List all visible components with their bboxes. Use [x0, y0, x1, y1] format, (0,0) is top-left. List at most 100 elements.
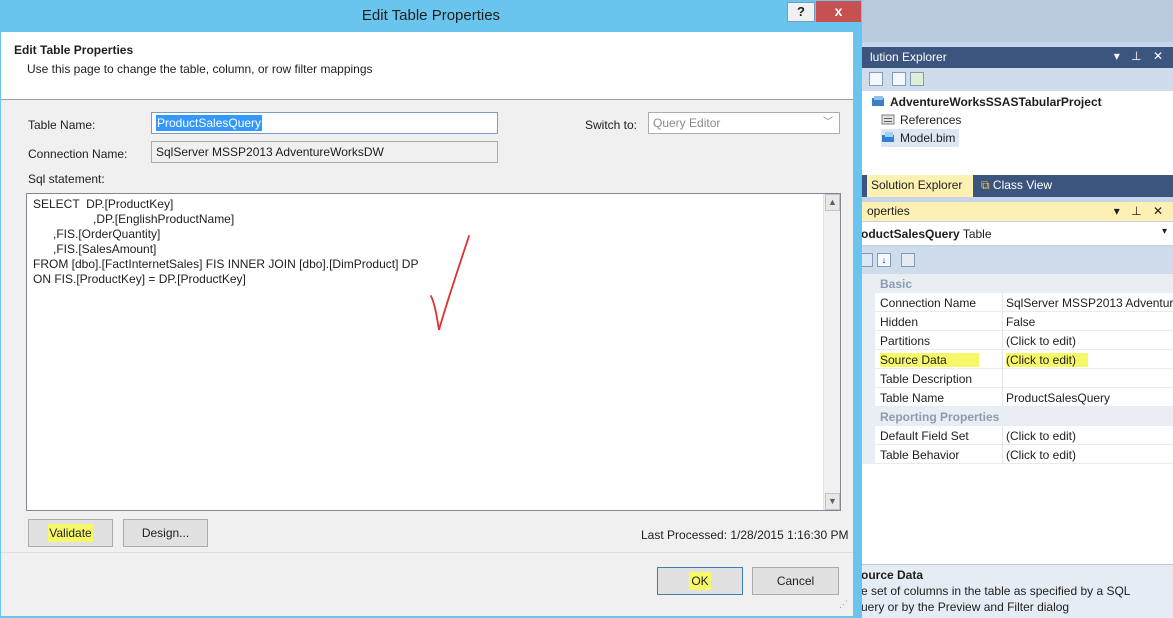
checkmark-annotation-icon — [430, 235, 470, 331]
column-divider — [1002, 388, 1003, 407]
dialog-title-bar[interactable]: Edit Table Properties ? x — [0, 0, 862, 32]
property-name: Table Behavior — [880, 448, 960, 462]
column-divider — [1002, 445, 1003, 464]
description-line-1: e set of columns in the table as specifi… — [861, 584, 1131, 598]
column-divider — [1002, 331, 1003, 350]
solution-explorer-pane-controls[interactable]: ▾ ⊥ ✕ — [1114, 49, 1167, 63]
last-processed-text: Last Processed: 1/28/2015 1:16:30 PM — [641, 528, 849, 542]
references-label: References — [900, 113, 962, 127]
column-divider — [1002, 426, 1003, 445]
tab-solution-explorer-label: Solution Explorer — [871, 178, 963, 192]
connection-name-field: SqlServer MSSP2013 AdventureWorksDW — [151, 141, 498, 163]
property-row-source-data[interactable]: Source Data (Click to edit) — [855, 350, 1173, 369]
connection-name-label: Connection Name: — [28, 147, 128, 161]
property-value: False — [1006, 315, 1036, 329]
property-row-table-name[interactable]: Table Name ProductSalesQuery — [855, 388, 1173, 407]
sql-statement-label: Sql statement: — [28, 172, 105, 186]
chevron-down-icon: ▾ — [1161, 226, 1167, 237]
properties-toolbar-icon[interactable] — [869, 72, 883, 86]
scroll-down-icon[interactable]: ▼ — [825, 493, 840, 510]
property-value: (Click to edit) — [1006, 448, 1077, 462]
properties-pane-controls[interactable]: ▾ ⊥ ✕ — [1114, 204, 1167, 218]
help-button[interactable]: ? — [787, 2, 815, 22]
property-category-reporting[interactable]: Reporting Properties — [855, 407, 1173, 426]
class-view-icon: ⧉ — [981, 178, 990, 192]
property-pages-icon[interactable] — [901, 253, 915, 267]
switch-to-label: Switch to: — [585, 118, 638, 132]
model-bim-label: Model.bim — [900, 131, 956, 145]
table-name-input[interactable]: ProductSalesQuery — [151, 112, 498, 134]
property-value: SqlServer MSSP2013 Adventure — [1006, 296, 1173, 310]
dialog-header-title: Edit Table Properties — [14, 43, 134, 57]
property-row-table-behavior[interactable]: Table Behavior (Click to edit) — [855, 445, 1173, 464]
property-name: Table Name — [880, 391, 945, 405]
column-divider — [1002, 350, 1003, 369]
ok-button[interactable]: OK — [657, 567, 743, 595]
tab-solution-explorer[interactable]: Solution Explorer — [867, 175, 973, 197]
property-description-panel: ource Data e set of columns in the table… — [855, 564, 1173, 618]
visual-studio-background: lution Explorer ▾ ⊥ ✕ AdventureWorksSSAS… — [855, 0, 1173, 618]
description-line-2: uery or by the Preview and Filter dialog — [861, 600, 1070, 614]
property-row-table-description[interactable]: Table Description — [855, 369, 1173, 388]
column-divider — [1002, 312, 1003, 331]
properties-object-type: Table — [962, 227, 992, 241]
column-divider — [1002, 369, 1003, 388]
model-icon — [881, 131, 896, 144]
sql-scrollbar[interactable]: ▲ ▼ — [823, 194, 840, 510]
switch-to-dropdown[interactable]: Query Editor ﹀ — [648, 112, 840, 134]
property-name: Source Data — [880, 353, 979, 367]
properties-title: operties — [867, 204, 910, 218]
ok-button-label: OK — [689, 572, 711, 590]
tree-item-model-bim[interactable]: Model.bim — [881, 129, 960, 147]
design-button[interactable]: Design... — [123, 519, 208, 547]
references-icon — [881, 113, 896, 126]
tab-class-view[interactable]: ⧉ Class View — [977, 175, 1056, 197]
dialog-header: Edit Table Properties Use this page to c… — [1, 32, 853, 100]
category-label: Reporting Properties — [880, 410, 1000, 424]
validate-button-label: Validate — [48, 524, 93, 542]
property-name: Partitions — [880, 334, 931, 348]
properties-object-selector[interactable]: oductSalesQuery Table ▾ — [855, 222, 1173, 246]
tree-item-project[interactable]: AdventureWorksSSASTabularProject — [871, 93, 1102, 111]
property-row-connection-name[interactable]: Connection Name SqlServer MSSP2013 Adven… — [855, 293, 1173, 312]
property-row-default-field-set[interactable]: Default Field Set (Click to edit) — [855, 426, 1173, 445]
property-row-partitions[interactable]: Partitions (Click to edit) — [855, 331, 1173, 350]
property-name: Default Field Set — [880, 429, 969, 443]
solution-explorer-header: lution Explorer ▾ ⊥ ✕ — [855, 47, 1173, 68]
property-name: Table Description — [880, 372, 973, 386]
project-icon — [871, 95, 886, 108]
close-button[interactable]: x — [816, 1, 861, 22]
scroll-up-icon[interactable]: ▲ — [825, 194, 840, 211]
properties-header: operties ▾ ⊥ ✕ — [855, 202, 1173, 221]
property-row-hidden[interactable]: Hidden False — [855, 312, 1173, 331]
alphabetical-sort-icon[interactable]: ↓ — [877, 253, 891, 267]
validate-button[interactable]: Validate — [28, 519, 113, 547]
solution-explorer-toolbar — [855, 68, 1173, 91]
property-category-basic[interactable]: Basic — [855, 274, 1173, 293]
property-value: ProductSalesQuery — [1006, 391, 1111, 405]
category-label: Basic — [880, 277, 913, 291]
switch-to-value: Query Editor — [653, 116, 721, 130]
dialog-header-subtitle: Use this page to change the table, colum… — [27, 62, 373, 76]
tree-item-references[interactable]: References — [881, 111, 961, 129]
edit-table-properties-dialog: Edit Table Properties ? x Edit Table Pro… — [0, 0, 862, 618]
refresh-icon[interactable] — [910, 72, 924, 86]
dialog-title: Edit Table Properties — [361, 7, 501, 24]
dialog-client-area: Edit Table Properties Use this page to c… — [1, 32, 853, 616]
chevron-down-icon: ﹀ — [823, 117, 833, 128]
solution-explorer-tree: AdventureWorksSSASTabularProject Referen… — [855, 91, 1173, 175]
property-value: (Click to edit) — [1006, 429, 1077, 443]
properties-toolbar: ↓ — [855, 247, 1173, 274]
sql-statement-text: SELECT DP.[ProductKey] ,DP.[EnglishProdu… — [33, 197, 419, 286]
tab-class-view-label: Class View — [992, 178, 1053, 192]
resize-grip-icon[interactable]: ⋰ — [839, 600, 851, 613]
property-value: (Click to edit) — [1006, 353, 1089, 367]
show-all-files-icon[interactable] — [892, 72, 906, 86]
property-name: Hidden — [880, 315, 919, 329]
properties-grid: Basic Connection Name SqlServer MSSP2013… — [855, 274, 1173, 564]
solution-explorer-title: lution Explorer — [870, 50, 947, 64]
vs-top-strip — [855, 0, 1173, 42]
property-value: (Click to edit) — [1006, 334, 1077, 348]
cancel-button[interactable]: Cancel — [752, 567, 839, 595]
description-title: ource Data — [861, 568, 924, 582]
